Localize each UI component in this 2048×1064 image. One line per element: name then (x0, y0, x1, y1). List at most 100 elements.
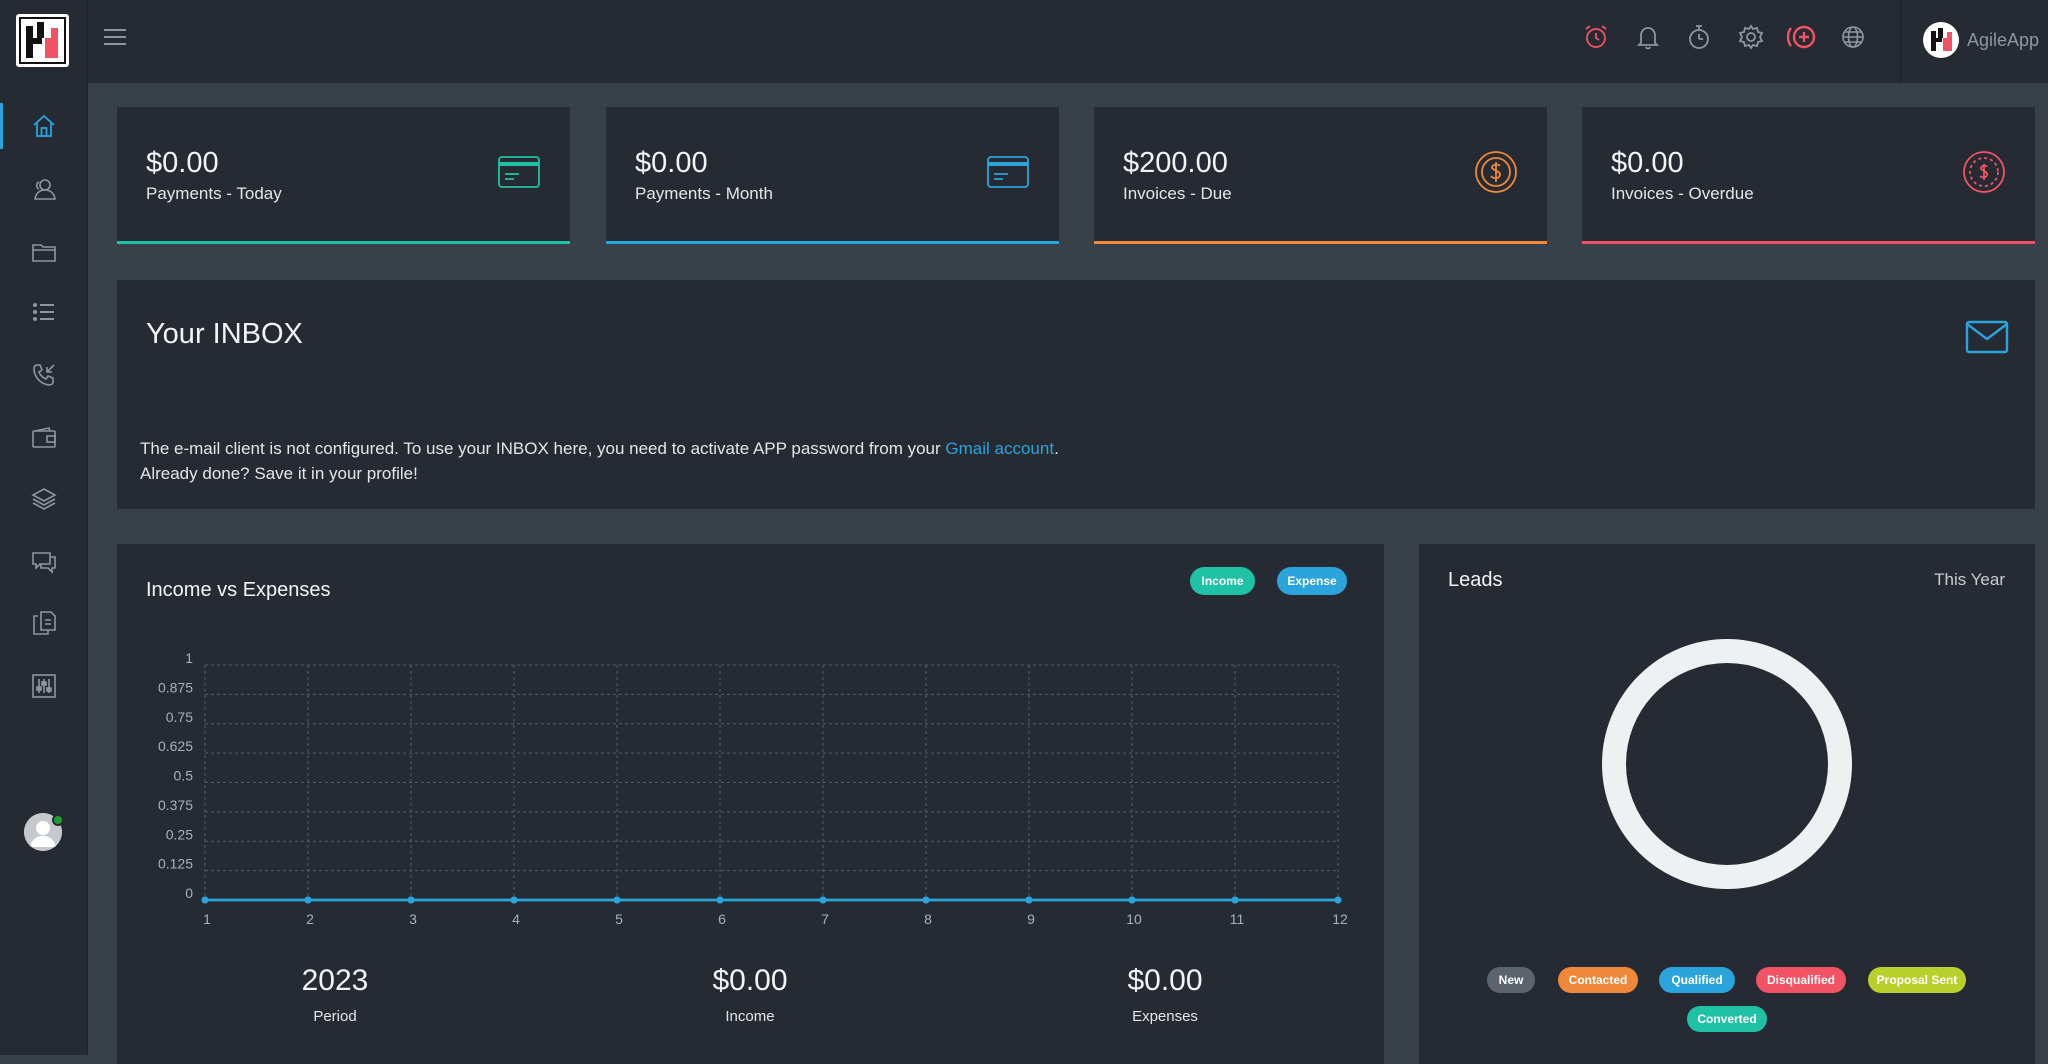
x-tick-label: 4 (512, 911, 520, 927)
data-point-expense (304, 896, 312, 904)
online-status-dot (52, 814, 64, 826)
sidebar-item-projects[interactable] (0, 227, 88, 277)
summary-label: Period (313, 1008, 357, 1025)
sidebar-item-tasks[interactable] (0, 287, 88, 337)
sidebar-item-home[interactable] (0, 101, 88, 151)
stat-accent-bar (1582, 241, 2035, 244)
phone-incoming-icon (33, 364, 55, 386)
lead-status-contacted[interactable]: Contacted (1558, 967, 1638, 993)
data-point-expense (1334, 896, 1342, 904)
x-tick-label: 3 (409, 911, 417, 927)
stat-value: $0.00 (1611, 147, 1684, 179)
lead-status-proposal-sent[interactable]: Proposal Sent (1868, 967, 1966, 993)
home-icon (33, 114, 55, 137)
lead-status-qualified[interactable]: Qualified (1659, 967, 1735, 993)
data-point-expense (922, 896, 930, 904)
stat-accent-bar (1094, 241, 1547, 244)
sidebar-item-calls[interactable] (0, 350, 88, 400)
data-point-expense (1231, 896, 1239, 904)
summary-value: $0.00 (1127, 964, 1203, 997)
stopwatch-icon (1689, 25, 1709, 49)
sidebar (0, 0, 88, 1055)
app-logo-small-icon (1931, 28, 1952, 51)
reminders-button[interactable] (1579, 20, 1613, 54)
user-menu-avatar (1923, 22, 1959, 58)
menu-toggle-button[interactable] (100, 22, 130, 52)
stat-card-invoices-overdue[interactable]: $0.00 Invoices - Overdue (1582, 107, 2035, 244)
sidebar-item-layers[interactable] (0, 474, 88, 524)
inbox-title: Your INBOX (146, 318, 303, 350)
sidebar-item-documents[interactable] (0, 598, 88, 648)
stat-label: Invoices - Due (1123, 184, 1232, 203)
income-expenses-card: Income vs Expenses Income Expense 1 0.875… (117, 544, 1384, 1064)
stat-value: $0.00 (146, 147, 219, 179)
stat-accent-bar (117, 241, 570, 244)
income-expenses-chart: 10.8750.750.6250.50.3750.250.12501 2 3 4 5 6 7… (158, 650, 1348, 927)
folder-icon (32, 244, 56, 262)
notifications-button[interactable] (1631, 20, 1665, 54)
leads-period-selector[interactable]: This Year (1934, 570, 2005, 590)
add-circle-icon (1786, 25, 1816, 49)
x-tick-label: 1 (203, 911, 211, 927)
lead-status-new[interactable]: New (1487, 967, 1535, 993)
app-logo-icon (19, 17, 66, 64)
y-tick-label: 0.25 (166, 826, 193, 842)
language-button[interactable] (1836, 20, 1870, 54)
y-tick-label: 0.125 (158, 856, 193, 872)
summary-value: $0.00 (712, 964, 788, 997)
status-label: Converted (1697, 1012, 1757, 1026)
status-label: Disqualified (1766, 973, 1835, 987)
contacts-icon (34, 179, 56, 200)
layers-icon (31, 488, 57, 510)
alarm-clock-icon (1585, 25, 1607, 48)
data-point-expense (716, 896, 724, 904)
quick-add-button[interactable] (1785, 20, 1819, 54)
data-point-expense (201, 896, 209, 904)
hamburger-icon (104, 29, 126, 45)
y-tick-label: 0.5 (174, 768, 194, 784)
settings-button[interactable] (1734, 20, 1768, 54)
x-tick-label: 2 (306, 911, 314, 927)
data-point-expense (510, 896, 518, 904)
inbox-message-text: The e-mail client is not configured. To … (140, 439, 946, 458)
y-tick-label: 1 (185, 650, 193, 666)
app-logo[interactable] (16, 14, 69, 67)
sidebar-item-contacts[interactable] (0, 164, 88, 214)
topbar: AgileApp (88, 0, 2048, 83)
summary-period: 2023 Period (210, 964, 460, 1025)
stat-value: $200.00 (1123, 147, 1228, 179)
stat-card-payments-month[interactable]: $0.00 Payments - Month (606, 107, 1059, 244)
lead-status-converted[interactable]: Converted (1687, 1006, 1767, 1032)
sidebar-item-messages[interactable] (0, 537, 88, 587)
stat-card-payments-today[interactable]: $0.00 Payments - Today (117, 107, 570, 244)
x-tick-label: 9 (1027, 911, 1035, 927)
sidebar-item-payments[interactable] (0, 413, 88, 463)
gmail-account-link[interactable]: Gmail account (945, 439, 1054, 458)
x-tick-label: 6 (718, 911, 726, 927)
leads-title: Leads (1448, 569, 1503, 591)
status-label: Qualified (1671, 973, 1723, 987)
inbox-card: Your INBOX The e-mail client is not conf… (117, 280, 2035, 509)
user-name: AgileApp (1967, 29, 2040, 50)
summary-expenses: $0.00 Expenses (1040, 964, 1290, 1025)
data-point-expense (1128, 896, 1136, 904)
user-menu[interactable]: AgileApp (1923, 20, 2039, 60)
timer-button[interactable] (1682, 20, 1716, 54)
stat-accent-bar (606, 241, 1059, 244)
topbar-divider (1900, 0, 1901, 83)
envelope-icon[interactable] (1965, 320, 2009, 354)
summary-label: Expenses (1132, 1008, 1198, 1025)
data-point-expense (819, 896, 827, 904)
documents-icon (33, 611, 56, 635)
summary-label: Income (725, 1008, 775, 1025)
y-tick-label: 0.875 (158, 679, 193, 695)
list-icon (33, 303, 54, 321)
lead-status-disqualified[interactable]: Disqualified (1756, 967, 1846, 993)
inbox-message-line2: Already done? Save it in your profile! (140, 464, 418, 483)
dollar-dashed-coin-icon (1963, 151, 2005, 193)
leads-card: Leads This Year New Contacted Qualified … (1419, 544, 2035, 1064)
stat-card-invoices-due[interactable]: $200.00 Invoices - Due (1094, 107, 1547, 244)
sidebar-item-settings[interactable] (0, 661, 88, 711)
inbox-message: The e-mail client is not configured. To … (140, 436, 1059, 486)
stat-label: Payments - Month (635, 184, 773, 203)
